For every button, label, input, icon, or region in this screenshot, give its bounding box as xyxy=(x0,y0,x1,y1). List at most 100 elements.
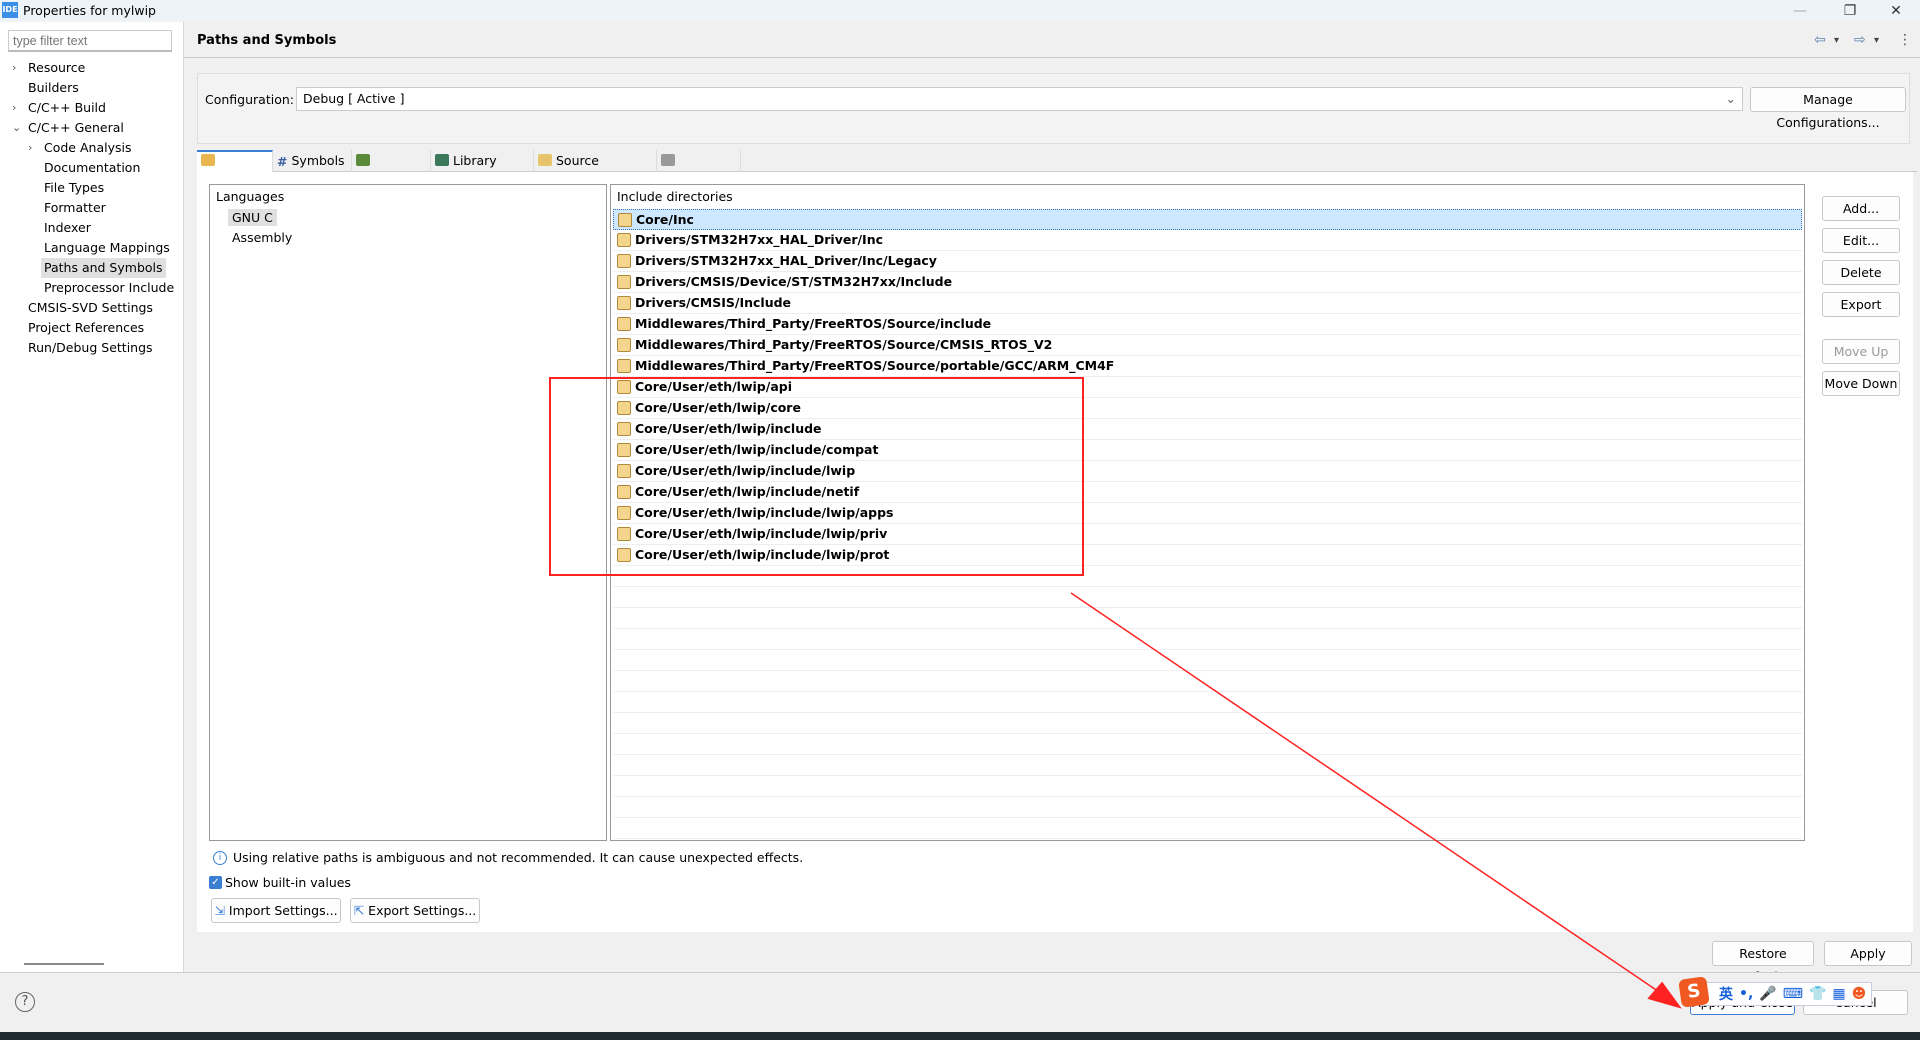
ime-toolbar[interactable]: 英 •, 🎤 ⌨ 👕 ▦ ☻ xyxy=(1700,982,1872,1006)
sidebar-item-language-mappings[interactable]: Language Mappings xyxy=(44,238,170,258)
sidebar-item-documentation[interactable]: Documentation xyxy=(44,158,140,178)
empty-row xyxy=(613,608,1802,629)
close-button[interactable]: ✕ xyxy=(1876,0,1916,22)
include-directory-row[interactable]: Drivers/STM32H7xx_HAL_Driver/Inc/Legacy xyxy=(613,251,1802,272)
sidebar-item-resource[interactable]: › Resource xyxy=(12,58,86,78)
info-message: Using relative paths is ambiguous and no… xyxy=(233,850,804,865)
view-menu-icon[interactable]: ⋮ xyxy=(1898,32,1912,48)
export-button[interactable]: Export xyxy=(1822,292,1900,317)
tab-label: Symbols xyxy=(291,153,345,168)
back-menu-icon[interactable]: ▾ xyxy=(1834,35,1839,46)
tab-library-paths[interactable]: Library Paths xyxy=(431,150,534,189)
export-settings-button[interactable]: ⇱ Export Settings... xyxy=(350,898,480,923)
languages-list: Languages GNU C Assembly xyxy=(209,184,607,841)
add-button[interactable]: Add... xyxy=(1822,196,1900,221)
configuration-value: Debug [ Active ] xyxy=(303,91,405,106)
chevron-down-icon[interactable]: ⌄ xyxy=(12,118,21,138)
include-path: Middlewares/Third_Party/FreeRTOS/Source/… xyxy=(635,358,1115,373)
sidebar-item-label: Indexer xyxy=(44,220,91,235)
sidebar-item-label: Resource xyxy=(28,60,86,75)
move-down-button[interactable]: Move Down xyxy=(1822,371,1900,396)
sidebar-item-label: File Types xyxy=(44,180,105,195)
include-directory-row[interactable]: Middlewares/Third_Party/FreeRTOS/Source/… xyxy=(613,314,1802,335)
ime-mic-icon[interactable]: 🎤 xyxy=(1759,986,1776,1002)
sidebar-item-label: Paths and Symbols xyxy=(44,260,163,275)
languages-header: Languages xyxy=(216,189,285,204)
title-bar: IDE Properties for mylwip — ❐ ✕ xyxy=(0,0,1920,22)
sidebar-item-label: Run/Debug Settings xyxy=(28,340,153,355)
include-path: Core/Inc xyxy=(636,212,694,227)
minimize-button[interactable]: — xyxy=(1780,0,1820,22)
import-settings-button[interactable]: ⇲ Import Settings... xyxy=(211,898,341,923)
sidebar-item-label: Project References xyxy=(28,320,145,335)
delete-button[interactable]: Delete xyxy=(1822,260,1900,285)
tab-references[interactable]: References xyxy=(657,150,741,189)
include-path: Drivers/STM32H7xx_HAL_Driver/Inc xyxy=(635,232,884,247)
manage-configurations-button[interactable]: Manage Configurations... xyxy=(1750,87,1906,130)
include-directory-row[interactable]: Core/Inc xyxy=(613,209,1802,230)
page-title: Paths and Symbols xyxy=(197,33,337,48)
include-directory-row[interactable]: Middlewares/Third_Party/FreeRTOS/Source/… xyxy=(613,356,1802,377)
maximize-button[interactable]: ❐ xyxy=(1830,0,1870,22)
chevron-right-icon[interactable]: › xyxy=(12,98,16,118)
ime-language-icon[interactable]: 英 xyxy=(1719,984,1733,1004)
apply-button[interactable]: Apply xyxy=(1824,941,1912,966)
ime-skin-icon[interactable]: 👕 xyxy=(1809,986,1826,1002)
tab-symbols[interactable]: # Symbols xyxy=(273,150,352,172)
back-icon[interactable]: ⇦ xyxy=(1814,32,1826,48)
sidebar-item-paths-and-symbols[interactable]: Paths and Symbols xyxy=(41,258,166,278)
sidebar-item-code-analysis[interactable]: › Code Analysis xyxy=(28,138,131,158)
include-folder-icon xyxy=(617,359,631,373)
tab-includes[interactable]: Includes xyxy=(197,150,273,186)
sidebar-item-label: Builders xyxy=(28,80,79,95)
move-up-button[interactable]: Move Up xyxy=(1822,339,1900,364)
filter-input[interactable] xyxy=(8,30,172,52)
show-builtin-label[interactable]: Show built-in values xyxy=(225,875,351,890)
language-assembly[interactable]: Assembly xyxy=(228,229,296,246)
chevron-right-icon[interactable]: › xyxy=(28,138,32,158)
info-icon: i xyxy=(213,851,227,865)
help-icon[interactable]: ? xyxy=(15,992,35,1012)
empty-row xyxy=(613,671,1802,692)
sidebar-item-c-c-general[interactable]: ⌄ C/C++ General xyxy=(12,118,124,138)
sidebar-item-run-debug-settings[interactable]: Run/Debug Settings xyxy=(28,338,153,358)
sidebar-item-cmsis-svd-settings[interactable]: CMSIS-SVD Settings xyxy=(28,298,153,318)
empty-row xyxy=(613,692,1802,713)
language-gnu-c[interactable]: GNU C xyxy=(228,209,277,226)
include-directory-row[interactable]: Middlewares/Third_Party/FreeRTOS/Source/… xyxy=(613,335,1802,356)
forward-menu-icon[interactable]: ▾ xyxy=(1874,35,1879,46)
ime-punctuation-icon[interactable]: •, xyxy=(1739,986,1753,1002)
sidebar-item-label: C/C++ General xyxy=(28,120,124,135)
empty-row xyxy=(613,650,1802,671)
empty-row xyxy=(613,587,1802,608)
empty-row xyxy=(613,797,1802,818)
include-directory-row[interactable]: Drivers/STM32H7xx_HAL_Driver/Inc xyxy=(613,230,1802,251)
empty-row xyxy=(613,818,1802,839)
sidebar-item-builders[interactable]: Builders xyxy=(28,78,79,98)
chevron-right-icon[interactable]: › xyxy=(12,58,16,78)
configuration-select[interactable]: Debug [ Active ] ⌄ xyxy=(296,87,1743,111)
sidebar-item-project-references[interactable]: Project References xyxy=(28,318,144,338)
ime-mascot-icon[interactable]: ☻ xyxy=(1852,986,1867,1002)
tab-libraries[interactable]: Libraries xyxy=(352,150,431,189)
sidebar-scrollbar[interactable] xyxy=(24,963,104,965)
sidebar-item-file-types[interactable]: File Types xyxy=(44,178,104,198)
include-folder-icon xyxy=(617,317,631,331)
include-path: Drivers/STM32H7xx_HAL_Driver/Inc/Legacy xyxy=(635,253,937,268)
restore-defaults-button[interactable]: Restore Defaults xyxy=(1712,941,1814,984)
dialog-button-bar xyxy=(0,972,1920,1032)
forward-icon[interactable]: ⇨ xyxy=(1854,32,1866,48)
include-directory-row[interactable]: Drivers/CMSIS/Device/ST/STM32H7xx/Includ… xyxy=(613,272,1802,293)
ime-keyboard-icon[interactable]: ⌨ xyxy=(1783,986,1803,1002)
sidebar-item-c-c-build[interactable]: › C/C++ Build xyxy=(12,98,106,118)
show-builtin-checkbox[interactable]: ✓ xyxy=(209,876,222,889)
source-location-icon xyxy=(538,154,552,166)
edit-button[interactable]: Edit... xyxy=(1822,228,1900,253)
ime-toolbox-icon[interactable]: ▦ xyxy=(1832,986,1845,1002)
includes-icon xyxy=(201,154,215,166)
sidebar-item-indexer[interactable]: Indexer xyxy=(44,218,91,238)
sidebar-item-preprocessor-include[interactable]: Preprocessor Include xyxy=(44,278,174,298)
tab-source-location[interactable]: Source Location xyxy=(534,150,657,189)
sidebar-item-formatter[interactable]: Formatter xyxy=(44,198,106,218)
include-directory-row[interactable]: Drivers/CMSIS/Include xyxy=(613,293,1802,314)
